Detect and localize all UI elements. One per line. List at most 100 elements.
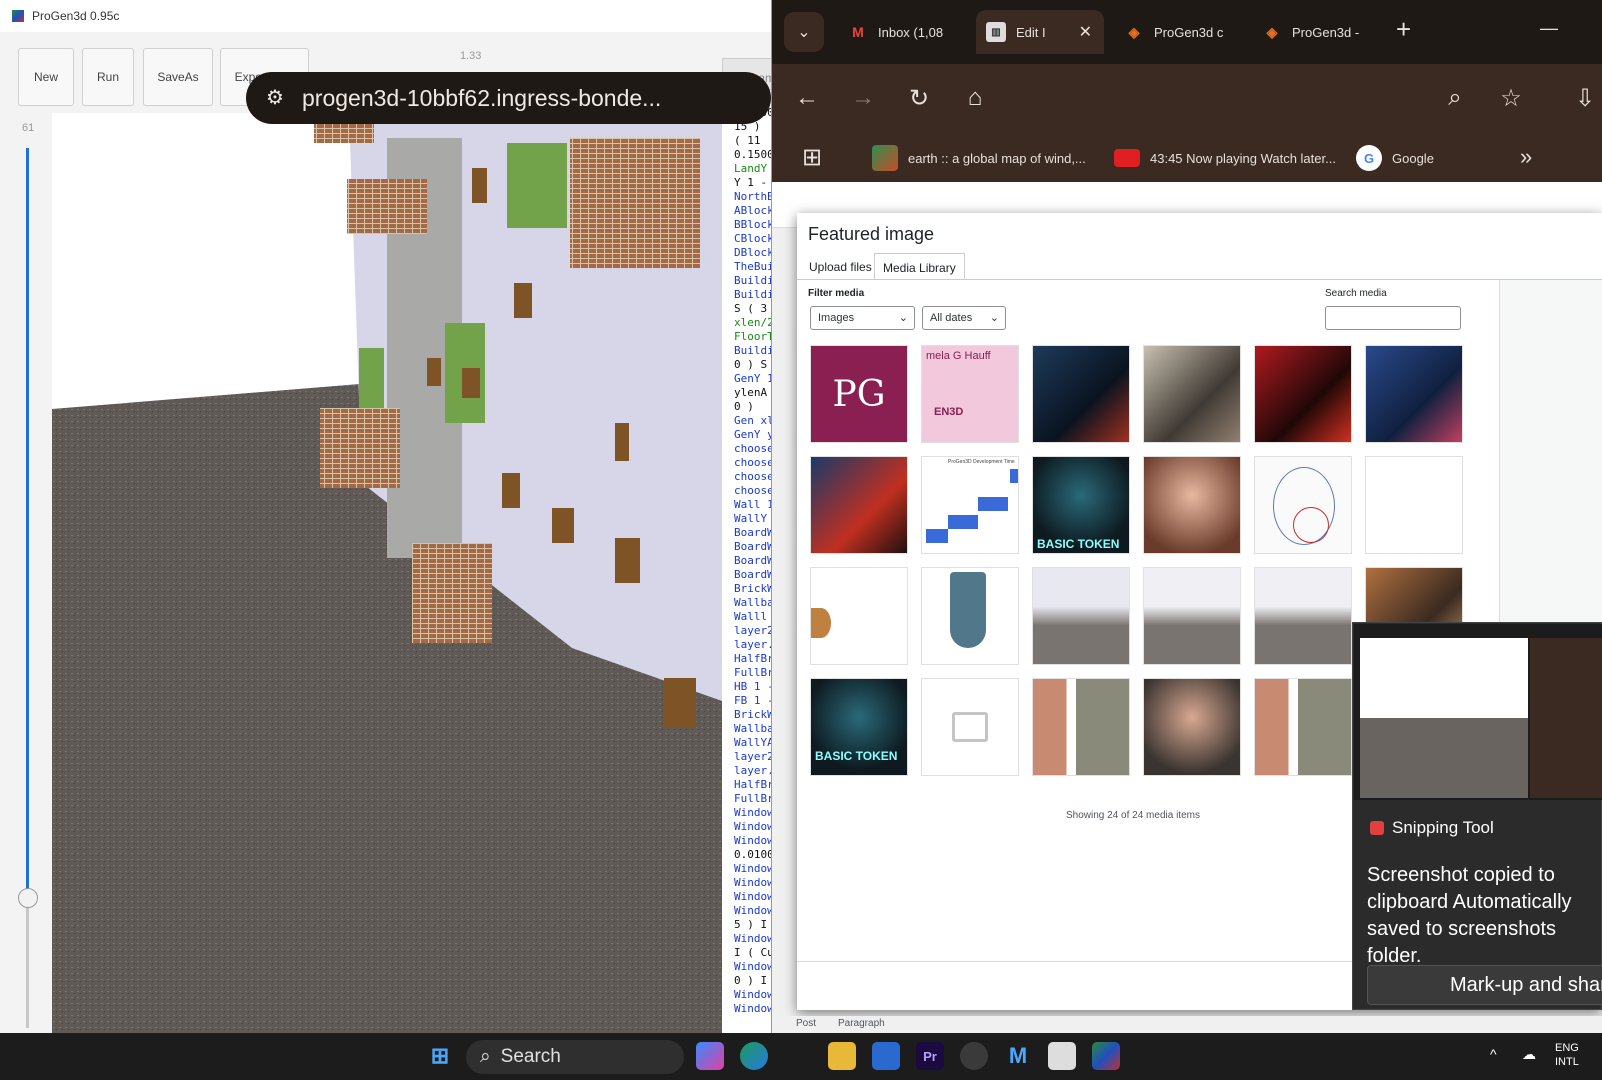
network-icon[interactable]: ☁	[1522, 1046, 1536, 1063]
media-date-select[interactable]: All dates ⌄	[922, 306, 1006, 330]
taskbar-search[interactable]: ⌕ Search	[466, 1040, 684, 1074]
premiere-icon[interactable]: Pr	[916, 1042, 944, 1070]
media-thumb[interactable]	[921, 678, 1019, 776]
copilot-icon[interactable]	[696, 1042, 724, 1070]
media-thumb[interactable]	[810, 456, 908, 554]
zoom-icon[interactable]: ⌕	[1438, 84, 1472, 112]
media-thumb[interactable]	[1365, 345, 1463, 443]
language-indicator[interactable]: ENG INTL	[1555, 1041, 1579, 1069]
tab-upload-files[interactable]: Upload files	[801, 253, 880, 280]
progen-title: ProGen3d 0.95c	[32, 9, 120, 23]
run-button[interactable]: Run	[82, 48, 134, 106]
media-thumb[interactable]: BASIC TOKEN	[810, 678, 908, 776]
media-thumb[interactable]	[810, 567, 908, 665]
shutter	[462, 368, 480, 398]
3d-scene	[52, 113, 722, 1033]
app-m-icon[interactable]: M	[1004, 1042, 1032, 1070]
media-thumb[interactable]	[921, 567, 1019, 665]
pg-logo-text: PG	[832, 373, 886, 415]
media-thumb[interactable]	[1254, 345, 1352, 443]
vslider-thumb[interactable]	[18, 888, 38, 908]
media-thumb[interactable]: ProGen3D Development Time	[921, 456, 1019, 554]
tab-inbox[interactable]: M Inbox (1,08	[848, 10, 968, 54]
media-type-select[interactable]: Images ⌄	[810, 306, 915, 330]
chart-bar-shape	[978, 497, 1008, 511]
saveas-button[interactable]: SaveAs	[143, 48, 213, 106]
apps-grid-icon[interactable]: ⊞	[802, 143, 822, 172]
media-thumb[interactable]	[1032, 345, 1130, 443]
code-line: CBlock	[734, 232, 772, 245]
site-info-icon[interactable]: ⚙	[266, 85, 284, 110]
bookmark-star-icon[interactable]: ☆	[1494, 84, 1528, 113]
thumb-text: BASIC TOKEN	[1037, 537, 1120, 551]
media-thumb[interactable]: PG	[810, 345, 908, 443]
code-line: Window	[734, 806, 772, 819]
3d-viewport[interactable]	[52, 113, 722, 1033]
more-bookmarks-icon[interactable]: »	[1520, 144, 1532, 170]
tab-label: ProGen3d -	[1292, 24, 1360, 40]
file-explorer-icon[interactable]	[828, 1042, 856, 1070]
media-thumb[interactable]	[1143, 345, 1241, 443]
code-line: S ( 3	[734, 302, 768, 315]
progen-site-icon: ◈	[1128, 23, 1140, 40]
media-thumb[interactable]	[1143, 678, 1241, 776]
code-line: 0 ) S	[734, 358, 768, 371]
shutter	[472, 168, 487, 203]
chevron-down-icon: ⌄	[989, 312, 999, 324]
media-thumb[interactable]	[1254, 456, 1352, 554]
code-line: FloorT	[734, 330, 772, 343]
reload-icon[interactable]: ↻	[902, 84, 936, 113]
notepad-icon[interactable]	[1048, 1042, 1076, 1070]
new-tab-icon[interactable]: +	[1396, 14, 1411, 45]
media-thumb[interactable]	[1143, 567, 1241, 665]
code-line: Window	[734, 960, 772, 973]
windows-start-icon[interactable]: ⊞	[426, 1042, 454, 1070]
download-icon[interactable]: ⇩	[1568, 84, 1602, 113]
forward-icon[interactable]: →	[846, 84, 880, 112]
tab-progen-c[interactable]: ◈ ProGen3d c	[1124, 10, 1234, 54]
bookmark-google[interactable]: G Google	[1356, 144, 1434, 172]
media-thumb[interactable]: BASIC TOKEN	[1032, 456, 1130, 554]
markup-and-share-button[interactable]: Mark-up and share	[1367, 965, 1602, 1005]
edge-icon[interactable]	[740, 1042, 768, 1070]
media-thumb[interactable]: mela G Hauff EN3D	[921, 345, 1019, 443]
slider-value: 1.33	[460, 50, 482, 62]
home-icon[interactable]: ⌂	[958, 84, 992, 112]
code-line: 0 )	[734, 400, 754, 413]
code-line: I ( Cu	[734, 946, 772, 959]
back-icon[interactable]: ←	[790, 84, 824, 112]
media-thumb[interactable]	[1143, 456, 1241, 554]
bookmark-youtube[interactable]: 43:45 Now playing Watch later...	[1114, 144, 1336, 172]
code-line: Window	[734, 876, 772, 889]
code-line: Wall 1	[734, 498, 772, 511]
tab-edit[interactable]: ▥ Edit I ✕	[976, 10, 1104, 54]
media-thumb[interactable]	[1032, 678, 1130, 776]
thumb-text: ProGen3D Development Time	[948, 459, 1015, 465]
store-icon[interactable]	[872, 1042, 900, 1070]
chrome-icon[interactable]	[960, 1042, 988, 1070]
thumb-text: mela G Hauff	[926, 350, 991, 362]
snip-message: Screenshot copied to clipboard Automatic…	[1367, 864, 1572, 967]
progen-taskbar-icon[interactable]	[1092, 1042, 1120, 1070]
close-icon[interactable]: ✕	[1079, 22, 1092, 42]
media-thumb[interactable]	[1254, 678, 1352, 776]
screenshot-preview[interactable]	[1354, 624, 1602, 800]
breadcrumb-paragraph[interactable]: Paragraph	[838, 1018, 885, 1029]
chevron-up-icon[interactable]: ^	[1490, 1046, 1497, 1062]
search-media-input[interactable]	[1325, 306, 1461, 330]
tab-search-button[interactable]: ⌄	[784, 12, 824, 52]
tab-label: Inbox (1,08	[878, 24, 944, 40]
breadcrumb-post[interactable]: Post	[796, 1018, 816, 1029]
address-bar[interactable]: ⚙ progen3d-10bbf62.ingress-bonde...	[246, 72, 771, 124]
tab-media-library[interactable]: Media Library	[874, 253, 965, 280]
media-thumb[interactable]	[1365, 456, 1463, 554]
bookmark-earth[interactable]: earth :: a global map of wind,...	[872, 144, 1086, 172]
grammar-code-panel[interactable]: X 1 -0.300015 )( 110.1500LandYY 1 -North…	[722, 92, 772, 1033]
minimize-icon[interactable]: —	[1540, 18, 1558, 39]
tab-progen-2[interactable]: ◈ ProGen3d -	[1262, 10, 1372, 54]
code-line: HB 1 -	[734, 680, 772, 693]
media-thumb[interactable]	[1032, 567, 1130, 665]
new-button[interactable]: New	[18, 48, 74, 106]
apple-icon[interactable]	[784, 1042, 812, 1070]
media-thumb[interactable]	[1254, 567, 1352, 665]
